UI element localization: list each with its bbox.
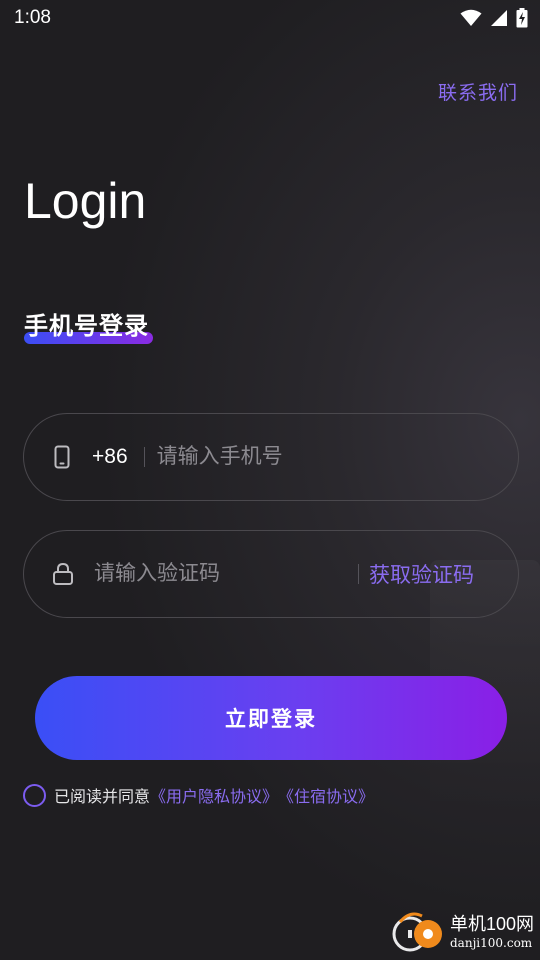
- country-code-selector[interactable]: +86: [92, 445, 128, 469]
- verification-code-field[interactable]: 获取验证码: [23, 530, 519, 618]
- watermark-text: 单机100网 danji100.com: [450, 910, 534, 950]
- tab-phone-login[interactable]: 手机号登录: [24, 306, 153, 344]
- contact-us-link[interactable]: 联系我们: [438, 78, 518, 105]
- login-screen: 1:08 联系我们 Login 手机号登录 +86 请输入手机号 请输入验证码 …: [0, 0, 540, 960]
- watermark-logo-icon: [392, 906, 448, 954]
- phone-icon: [54, 445, 70, 469]
- verification-code-input[interactable]: [94, 562, 344, 586]
- watermark-url: danji100.com: [450, 936, 533, 950]
- phone-input[interactable]: [156, 445, 457, 469]
- tab-label: 手机号登录: [24, 313, 149, 340]
- status-time: 1:08: [14, 7, 51, 28]
- privacy-agreement-link[interactable]: 《用户隐私协议》: [150, 783, 278, 807]
- wifi-icon: [460, 9, 482, 27]
- phone-field[interactable]: +86: [23, 413, 519, 501]
- agree-checkbox[interactable]: [23, 783, 46, 807]
- watermark-name: 单机100网: [450, 914, 535, 934]
- status-bar: 1:08: [0, 0, 540, 36]
- separator: [143, 447, 145, 467]
- get-code-button[interactable]: 获取验证码: [369, 559, 474, 589]
- lock-icon: [52, 562, 74, 586]
- battery-charging-icon: [516, 8, 528, 28]
- page-title: Login: [24, 173, 147, 229]
- agreement-row: 已阅读并同意 《用户隐私协议》 《住宿协议》: [23, 783, 374, 807]
- agreement-text: 已阅读并同意: [54, 789, 151, 806]
- status-icons: [460, 8, 528, 28]
- site-watermark: 单机100网 danji100.com: [390, 900, 540, 960]
- login-button[interactable]: 立即登录: [35, 676, 507, 760]
- stay-agreement-link[interactable]: 《住宿协议》: [278, 783, 374, 807]
- separator: [358, 564, 359, 584]
- cellular-signal-icon: [490, 9, 508, 27]
